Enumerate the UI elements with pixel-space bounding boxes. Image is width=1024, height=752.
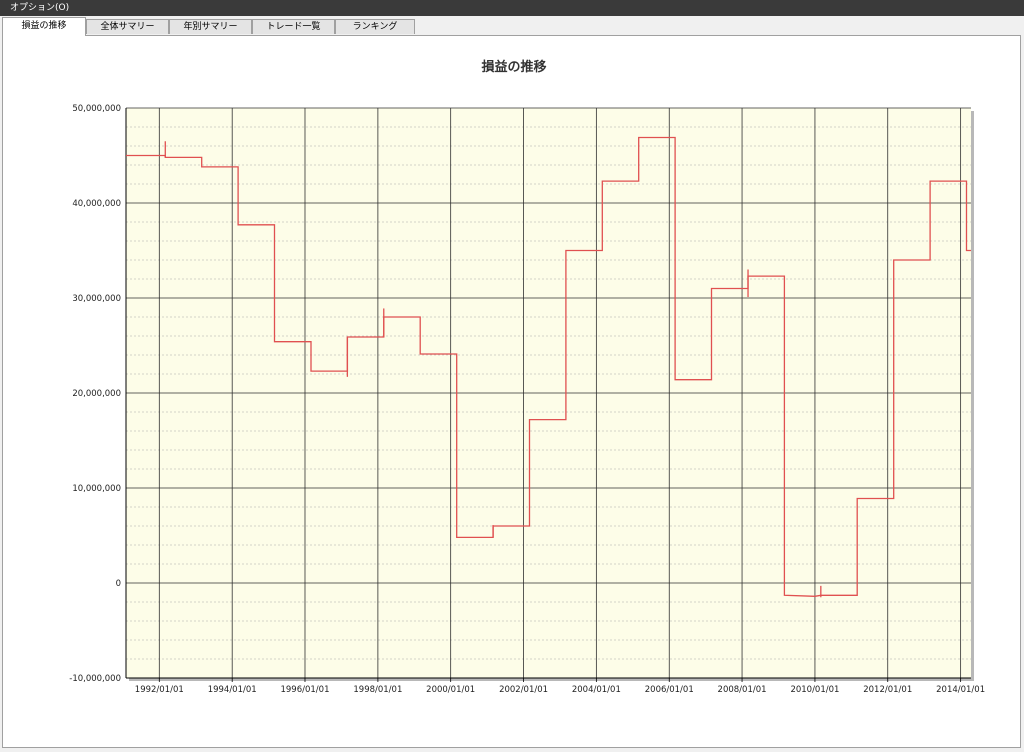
x-tick-label: 1992/01/01 [135, 685, 184, 695]
y-tick-label: 20,000,000 [72, 389, 121, 399]
tab-trade-list[interactable]: トレード一覧 [252, 19, 335, 34]
tab-profit-trend[interactable]: 損益の推移 [2, 17, 86, 36]
menu-options[interactable]: オプション(O) [6, 0, 73, 16]
x-tick-label: 1994/01/01 [208, 685, 257, 695]
x-tick-label: 2006/01/01 [645, 685, 694, 695]
x-tick-label: 1996/01/01 [280, 685, 329, 695]
x-tick-label: 2010/01/01 [790, 685, 839, 695]
chart-title: 損益の推移 [481, 59, 546, 75]
profit-chart: 損益の推移 50,000,000 40,000,000 30,000,000 20,0… [69, 59, 985, 695]
x-tick-label: 2012/01/01 [863, 685, 912, 695]
x-tick-label: 2002/01/01 [499, 685, 548, 695]
x-tick-label: 2004/01/01 [572, 685, 621, 695]
y-tick-label: 40,000,000 [72, 199, 121, 209]
x-tick-label: 2014/01/01 [936, 685, 985, 695]
menu-bar: オプション(O) [0, 0, 1024, 16]
y-tick-label: 0 [116, 579, 121, 589]
x-tick-label: 2000/01/01 [426, 685, 475, 695]
chart-panel: 損益の推移 50,000,000 40,000,000 30,000,000 20,0… [2, 35, 1021, 748]
y-tick-label: 10,000,000 [72, 484, 121, 494]
y-tick-label: 50,000,000 [72, 104, 121, 114]
y-tick-label: 30,000,000 [72, 294, 121, 304]
y-tick-label: -10,000,000 [69, 674, 121, 684]
tab-bar: 損益の推移 全体サマリー 年別サマリー トレード一覧 ランキング [2, 17, 1022, 36]
tab-overall-summary[interactable]: 全体サマリー [86, 19, 169, 34]
tab-yearly-summary[interactable]: 年別サマリー [169, 19, 252, 34]
tab-ranking[interactable]: ランキング [335, 19, 415, 34]
x-tick-label: 2008/01/01 [718, 685, 767, 695]
x-tick-label: 1998/01/01 [353, 685, 402, 695]
